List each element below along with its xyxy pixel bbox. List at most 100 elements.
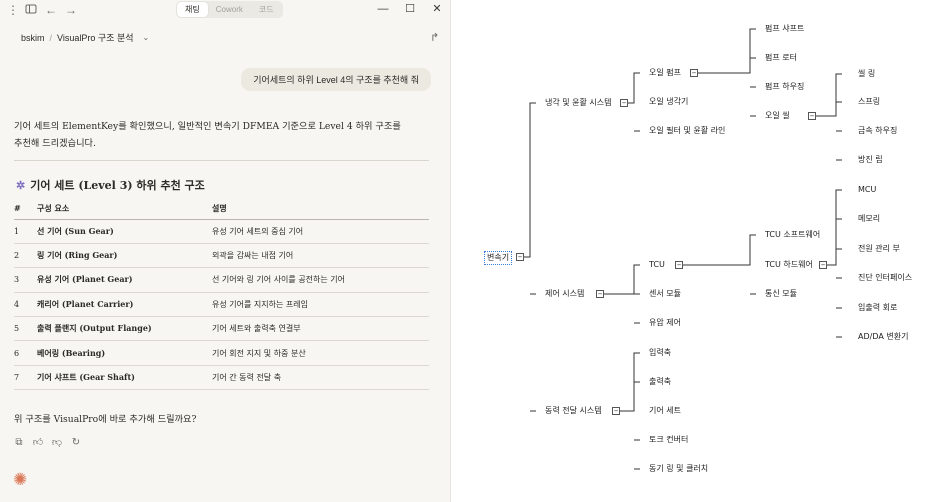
node-control-system[interactable]: 제어 시스템 <box>545 289 584 299</box>
collapse-toggle[interactable]: − <box>675 261 683 269</box>
claude-logo-icon: ✺ <box>13 470 28 489</box>
table-header-row: # 구성 요소 설명 <box>14 198 429 220</box>
chevron-down-icon[interactable]: ⌄ <box>143 33 150 42</box>
column-header-number: # <box>14 198 37 220</box>
node-oil-seal[interactable]: 오일 씰 <box>765 111 790 121</box>
collapse-toggle[interactable]: − <box>819 261 827 269</box>
column-header-component: 구성 요소 <box>37 198 212 220</box>
follow-up-question: 위 구조를 VisualPro에 바로 추가해 드릴까요? <box>14 414 197 425</box>
collapse-toggle[interactable]: − <box>516 253 524 261</box>
share-icon[interactable]: ↱ <box>430 31 439 44</box>
table-row: 6 베어링 (Bearing) 기어 회전 지지 및 하중 분산 <box>14 340 429 366</box>
assistant-intro-line: 추천해 드리겠습니다. <box>14 138 96 149</box>
menu-icon[interactable]: ⋮ <box>6 3 20 17</box>
node-torque-converter[interactable]: 토크 컨버터 <box>649 435 688 445</box>
tab-code[interactable]: 코드 <box>251 2 282 17</box>
connector-drivetrain <box>620 352 640 470</box>
connector-root <box>524 102 536 412</box>
node-power-management[interactable]: 전원 관리 부 <box>858 244 900 254</box>
node-seal-ring[interactable]: 씰 링 <box>858 69 875 79</box>
retry-icon[interactable]: ↻ <box>70 437 82 449</box>
close-button[interactable]: ✕ <box>430 2 444 16</box>
node-dust-lip[interactable]: 방진 립 <box>858 155 883 165</box>
node-metal-housing[interactable]: 금속 하우징 <box>858 126 897 136</box>
row-component: 유성 기어 (Planet Gear) <box>37 267 212 293</box>
node-sync-ring-clutch[interactable]: 동기 링 및 클러치 <box>649 464 708 474</box>
mindmap-root-node[interactable]: 변속기 <box>484 251 513 265</box>
node-cooling-lubrication[interactable]: 냉각 및 윤활 시스템 <box>545 98 612 108</box>
collapse-toggle[interactable]: − <box>612 407 620 415</box>
node-oil-filter[interactable]: 오일 필터 및 윤활 라인 <box>649 126 725 136</box>
collapse-toggle[interactable]: − <box>808 112 816 120</box>
connector-oil-seal <box>816 73 842 161</box>
row-component: 베어링 (Bearing) <box>37 340 212 366</box>
row-number: 4 <box>14 292 37 318</box>
row-component: 캐리어 (Planet Carrier) <box>37 292 212 318</box>
table-row: 2링 기어 (Ring Gear) 외곽을 감싸는 내접 기어 <box>14 243 429 269</box>
collapse-toggle[interactable]: − <box>690 69 698 77</box>
minimize-button[interactable]: — <box>376 2 390 16</box>
copy-icon[interactable]: ⧉ <box>13 437 25 449</box>
row-description: 기어 간 동력 전달 축 <box>212 365 429 391</box>
column-header-description: 설명 <box>212 198 429 220</box>
row-number: 1 <box>14 219 37 244</box>
node-pump-housing[interactable]: 펌프 하우징 <box>765 82 804 92</box>
row-description: 기어 회전 지지 및 하중 분산 <box>212 340 429 366</box>
message-actions: ⧉ 👍︎ 👎︎ ↻ <box>13 437 82 449</box>
breadcrumb-project[interactable]: VisualPro 구조 분석 <box>57 31 133 44</box>
node-oil-pump[interactable]: 오일 펌프 <box>649 68 681 78</box>
node-tcu-hardware[interactable]: TCU 하드웨어 <box>765 260 813 270</box>
node-hydraulic-control[interactable]: 유압 제어 <box>649 318 681 328</box>
node-spring[interactable]: 스프링 <box>858 97 880 107</box>
connector-control <box>604 264 640 324</box>
chat-window: ⋮ ← → 채팅 Cowork 코드 — ☐ ✕ bskim / VisualP… <box>0 0 451 502</box>
node-pump-shaft[interactable]: 펌프 샤프트 <box>765 24 804 34</box>
node-output-shaft[interactable]: 출력축 <box>649 377 671 387</box>
node-tcu-software[interactable]: TCU 소프트웨어 <box>765 230 820 240</box>
row-number: 7 <box>14 365 37 391</box>
thumbs-up-icon[interactable]: 👍︎ <box>32 437 44 449</box>
table-row: 3 유성 기어 (Planet Gear) 선 기어와 링 기어 사이를 공전하는 … <box>14 267 429 293</box>
node-sensor-module[interactable]: 센서 모듈 <box>649 289 681 299</box>
row-number: 2 <box>14 243 37 269</box>
node-comm-module[interactable]: 통신 모듈 <box>765 289 797 299</box>
node-input-shaft[interactable]: 입력축 <box>649 348 671 358</box>
thumbs-down-icon[interactable]: 👎︎ <box>51 437 63 449</box>
node-io-circuit[interactable]: 입출력 회로 <box>858 303 897 313</box>
row-description: 기어 세트와 출력축 연결부 <box>212 316 429 342</box>
back-arrow-icon[interactable]: ← <box>44 3 58 17</box>
gear-icon: ✲ <box>16 178 26 192</box>
mode-tabs: 채팅 Cowork 코드 <box>176 1 283 18</box>
node-mcu[interactable]: MCU <box>858 185 876 195</box>
row-component: 링 기어 (Ring Gear) <box>37 243 212 269</box>
tab-chat[interactable]: 채팅 <box>177 2 208 17</box>
collapse-toggle[interactable]: − <box>620 99 628 107</box>
row-component: 출력 플랜지 (Output Flange) <box>37 316 212 342</box>
table-row: 5 출력 플랜지 (Output Flange) 기어 세트와 출력축 연결부 <box>14 316 429 342</box>
breadcrumb: bskim / VisualPro 구조 분석 ⌄ <box>21 31 149 44</box>
connector-tcu <box>683 234 756 295</box>
mindmap-canvas: 변속기 − 냉각 및 윤활 시스템 − 제어 시스템 − 동력 전달 시스템 −… <box>452 0 940 502</box>
node-pump-rotor[interactable]: 펌프 로터 <box>765 53 797 63</box>
row-number: 3 <box>14 267 37 293</box>
node-oil-cooler[interactable]: 오일 냉각기 <box>649 97 688 107</box>
tab-cowork[interactable]: Cowork <box>208 2 251 17</box>
breadcrumb-user[interactable]: bskim <box>21 33 45 43</box>
row-description: 유성 기어 세트의 중심 기어 <box>212 219 429 244</box>
structure-table: # 구성 요소 설명 1선 기어 (Sun Gear) 유성 기어 세트의 중심 … <box>14 198 429 391</box>
node-adda-converter[interactable]: AD/DA 변환기 <box>858 332 908 342</box>
assistant-intro-line: 기어 세트의 ElementKey를 확인했으니, 일반적인 변속기 DFMEA… <box>14 121 401 132</box>
maximize-button[interactable]: ☐ <box>403 2 417 16</box>
node-tcu[interactable]: TCU <box>649 260 665 270</box>
collapse-toggle[interactable]: − <box>596 290 604 298</box>
node-diagnostic-interface[interactable]: 진단 인터페이스 <box>858 273 912 283</box>
user-message-bubble: 기어세트의 하위 Level 4의 구조를 추천해 줘 <box>241 68 431 91</box>
connector-tcu-hw <box>827 189 842 338</box>
title-bar: ⋮ ← → 채팅 Cowork 코드 — ☐ ✕ <box>0 0 451 20</box>
node-gear-set[interactable]: 기어 세트 <box>649 406 681 416</box>
node-memory[interactable]: 메모리 <box>858 214 880 224</box>
table-row: 4 캐리어 (Planet Carrier) 유성 기어를 지지하는 프레임 <box>14 292 429 318</box>
forward-arrow-icon[interactable]: → <box>64 3 78 17</box>
node-drivetrain-system[interactable]: 동력 전달 시스템 <box>545 406 602 416</box>
sidebar-icon[interactable] <box>24 3 38 17</box>
